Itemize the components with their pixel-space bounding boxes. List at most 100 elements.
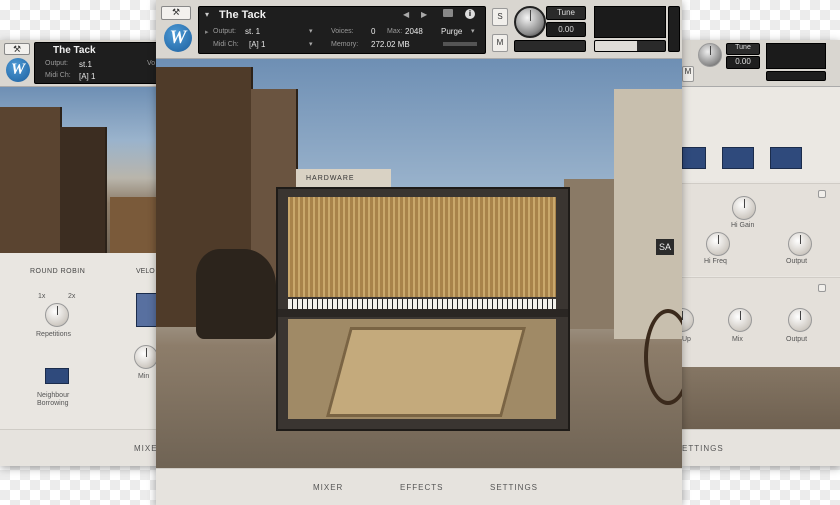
output-knob-1[interactable] xyxy=(788,232,812,256)
velo-heading: VELO xyxy=(136,268,155,275)
right-blue-button-2[interactable] xyxy=(722,147,754,169)
right-settings-tab[interactable]: ETTINGS xyxy=(682,444,724,453)
right-blue-button-1[interactable] xyxy=(682,147,706,169)
midi-value[interactable]: [A] 1 xyxy=(249,40,265,49)
output-dropdown-icon[interactable]: ▾ xyxy=(309,27,313,35)
hi-freq-knob[interactable] xyxy=(706,232,730,256)
prev-instrument-icon[interactable]: ◀ xyxy=(403,10,409,19)
center-footer-tabs: MIXER EFFECTS SETTINGS xyxy=(156,468,682,505)
right-reverb-toggle[interactable] xyxy=(818,284,826,292)
borrowing-label: Borrowing xyxy=(37,400,69,407)
output-knob-2[interactable] xyxy=(788,308,812,332)
max-value[interactable]: 2048 xyxy=(405,27,423,36)
tab-effects[interactable]: EFFECTS xyxy=(400,483,443,492)
right-blue-button-3[interactable] xyxy=(770,147,802,169)
instrument-title: The Tack xyxy=(219,9,266,21)
piano-keyboard xyxy=(288,299,556,309)
hardware-sign: HARDWARE xyxy=(306,175,355,182)
instrument-logo-icon: W xyxy=(164,24,192,52)
purge-button[interactable]: Purge xyxy=(441,27,462,36)
volume-slider[interactable] xyxy=(594,40,666,52)
left-voices-label: Vo xyxy=(147,60,156,67)
right-tune-label: Tune xyxy=(735,44,751,51)
max-label: Max: xyxy=(387,28,403,35)
right-tune-knob[interactable] xyxy=(698,43,722,67)
info-icon[interactable]: i xyxy=(465,9,475,19)
output-label-1: Output xyxy=(786,258,808,265)
left-logo-icon: W xyxy=(6,58,30,82)
horse-and-rider xyxy=(196,249,276,339)
right-instrument-panel: M Tune 0.00 Hi Gain Hi Freq Output Up Mi… xyxy=(680,40,840,466)
left-output-value[interactable]: st.1 xyxy=(79,60,92,69)
purge-dropdown-icon[interactable]: ▾ xyxy=(471,27,475,35)
velocity-min-knob[interactable] xyxy=(134,345,158,369)
neighbour-label: Neighbour xyxy=(37,392,70,399)
carriage-wheel-icon xyxy=(644,309,682,405)
left-instrument-panel: ⚒ W The Tack Output: st.1 Midi Ch: [A] 1… xyxy=(0,40,160,466)
hi-gain-label: Hi Gain xyxy=(731,222,755,229)
tab-mixer[interactable]: MIXER xyxy=(313,483,343,492)
option-2x-label: 2x xyxy=(68,293,76,300)
repetitions-knob[interactable] xyxy=(45,303,69,327)
pan-slider[interactable] xyxy=(514,40,586,52)
left-building-3 xyxy=(110,197,160,253)
up-knob[interactable] xyxy=(680,308,694,332)
repetitions-label: Repetitions xyxy=(36,331,72,338)
collapse-arrow-icon[interactable]: ▾ xyxy=(205,10,209,19)
left-instrument-title: The Tack xyxy=(53,45,96,56)
hi-gain-knob[interactable] xyxy=(732,196,756,220)
option-1x-label: 1x xyxy=(38,293,46,300)
right-tune-label-box: Tune xyxy=(726,43,760,55)
left-wrench-icon[interactable]: ⚒ xyxy=(4,43,30,55)
right-tune-value-box[interactable]: 0.00 xyxy=(726,56,760,69)
saloon-sign: SA xyxy=(656,239,675,255)
round-robin-heading: ROUND ROBIN xyxy=(30,268,86,275)
mix-label: Mix xyxy=(732,336,743,343)
right-eq-toggle[interactable] xyxy=(818,190,826,198)
right-m-button[interactable]: M xyxy=(682,66,694,82)
left-header: ⚒ W The Tack Output: st.1 Midi Ch: [A] 1… xyxy=(0,40,160,87)
voices-label: Voices: xyxy=(331,28,354,35)
left-building-2 xyxy=(60,127,107,253)
tune-knob[interactable] xyxy=(514,6,546,38)
up-label: Up xyxy=(682,336,691,343)
mix-knob[interactable] xyxy=(728,308,752,332)
left-instrument-box: The Tack Output: st.1 Midi Ch: [A] 1 Vo xyxy=(34,42,160,84)
hi-freq-label: Hi Freq xyxy=(704,258,727,265)
voices-value: 0 xyxy=(371,27,376,36)
midi-label: Midi Ch: xyxy=(213,41,239,48)
mute-button[interactable]: M xyxy=(492,34,508,52)
wrench-icon[interactable]: ⚒ xyxy=(161,6,191,20)
piano-key-bed xyxy=(278,309,568,317)
right-volume-slider[interactable] xyxy=(766,71,826,81)
main-piano-scene-image: HARDWARE SA xyxy=(156,59,682,469)
tab-settings[interactable]: SETTINGS xyxy=(490,483,538,492)
left-western-scene-image xyxy=(0,87,160,253)
saloon-building: SA xyxy=(614,89,682,339)
memory-label: Memory: xyxy=(331,41,359,48)
output-label: Output: xyxy=(213,28,236,35)
left-midi-label: Midi Ch: xyxy=(45,72,71,79)
tune-value: 0.00 xyxy=(558,25,574,34)
piano-strings xyxy=(288,197,556,297)
midi-dropdown-icon[interactable]: ▾ xyxy=(309,40,313,48)
right-reverb-section: Up Mix Output xyxy=(680,277,840,368)
min-label: Min xyxy=(138,373,150,380)
next-instrument-icon[interactable]: ▶ xyxy=(421,10,427,19)
left-midi-value[interactable]: [A] 1 xyxy=(79,72,95,81)
memory-value: 272.02 MB xyxy=(371,40,410,49)
left-output-label: Output: xyxy=(45,60,68,67)
center-instrument-panel: ⚒ W ▾ The Tack ◀ ▶ i ▸ Output: st. 1 ▾ M… xyxy=(156,0,682,505)
camera-icon[interactable] xyxy=(443,9,453,17)
output-value[interactable]: st. 1 xyxy=(245,27,260,36)
right-footer: ETTINGS xyxy=(680,429,840,466)
neighbour-borrowing-button[interactable] xyxy=(45,368,69,384)
instrument-header-box: ▾ The Tack ◀ ▶ i ▸ Output: st. 1 ▾ Midi … xyxy=(198,6,486,54)
solo-button[interactable]: S xyxy=(492,8,508,26)
right-tune-value: 0.00 xyxy=(735,57,751,66)
level-meter xyxy=(594,6,666,38)
left-footer: MIXER xyxy=(0,429,160,466)
tune-value-box[interactable]: 0.00 xyxy=(546,22,586,37)
piano-cast-iron-plate xyxy=(325,327,527,417)
aux-strip xyxy=(668,6,680,52)
